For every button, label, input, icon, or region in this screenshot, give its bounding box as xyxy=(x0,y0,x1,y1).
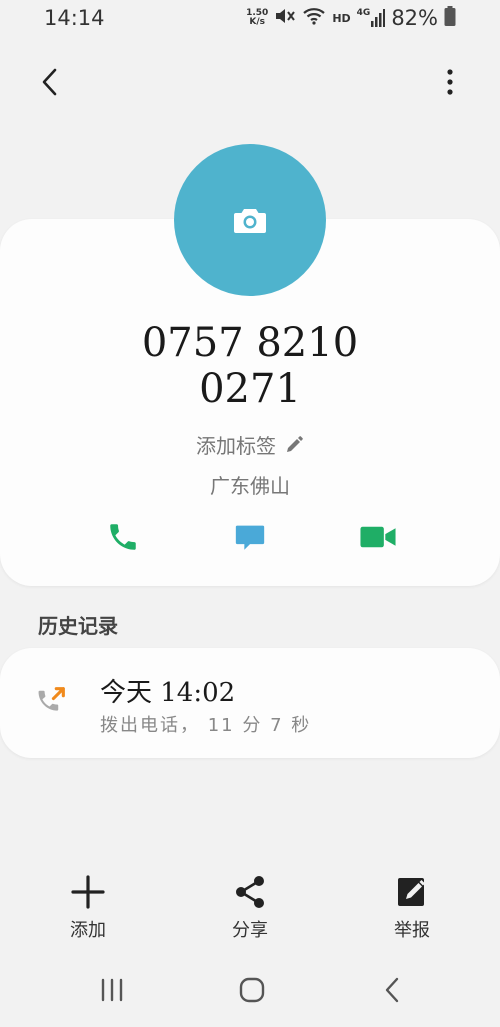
history-entry-time: 今天 14:02 xyxy=(100,678,236,708)
signal-icon: 4G xyxy=(357,9,386,27)
history-list-item[interactable] xyxy=(0,648,500,758)
camera-icon xyxy=(234,209,266,233)
phone-number-line1: 0757 8210 xyxy=(141,320,359,366)
add-tag-label: 添加标签 xyxy=(196,434,276,458)
outgoing-call-icon xyxy=(32,680,72,720)
battery-icon xyxy=(444,6,456,30)
recent-apps-button[interactable] xyxy=(82,970,142,1010)
contact-avatar[interactable] xyxy=(174,144,326,296)
home-button[interactable] xyxy=(222,970,282,1010)
more-options-button[interactable] xyxy=(432,62,468,102)
network-speed-unit: K/s xyxy=(249,17,266,27)
mute-icon xyxy=(274,6,296,30)
back-button[interactable] xyxy=(30,62,70,102)
add-contact-button[interactable]: 添加 xyxy=(38,874,138,942)
wifi-icon xyxy=(302,6,326,30)
phone-number: 0757 8210 0271 xyxy=(60,320,440,412)
video-camera-icon xyxy=(360,526,396,548)
system-back-button[interactable] xyxy=(362,970,422,1010)
recents-icon xyxy=(101,978,123,1002)
video-call-button[interactable] xyxy=(354,513,402,561)
phone-number-line2: 0271 xyxy=(199,366,301,412)
report-edit-icon xyxy=(398,878,425,906)
add-tag-button[interactable]: 添加标签 xyxy=(150,430,350,459)
hd-label: HD xyxy=(332,11,351,25)
history-entry-detail: 拨出电话， 11 分 7 秒 xyxy=(100,715,312,736)
more-vertical-icon xyxy=(447,69,453,95)
plus-icon xyxy=(71,875,105,909)
message-icon xyxy=(235,525,265,550)
report-label: 举报 xyxy=(394,920,430,941)
back-arrow-icon xyxy=(385,977,399,1003)
share-label: 分享 xyxy=(232,920,268,941)
phone-icon xyxy=(110,524,136,550)
share-button[interactable]: 分享 xyxy=(200,874,300,942)
message-button[interactable] xyxy=(226,513,274,561)
add-label: 添加 xyxy=(70,920,106,941)
network-speed: 1.50 K/s xyxy=(246,9,268,27)
contact-location: 广东佛山 xyxy=(210,474,290,498)
chevron-left-icon xyxy=(42,68,57,96)
share-icon xyxy=(236,876,264,908)
status-time: 14:14 xyxy=(44,6,105,30)
battery-percent: 82% xyxy=(391,6,438,30)
network-type-label: 4G xyxy=(356,8,371,18)
home-icon xyxy=(239,977,265,1003)
report-button[interactable]: 举报 xyxy=(362,874,462,942)
status-icons: 1.50 K/s HD 4G 82% xyxy=(246,6,456,30)
history-section-title: 历史记录 xyxy=(38,614,118,638)
call-button[interactable] xyxy=(99,513,147,561)
pencil-icon xyxy=(287,435,303,452)
